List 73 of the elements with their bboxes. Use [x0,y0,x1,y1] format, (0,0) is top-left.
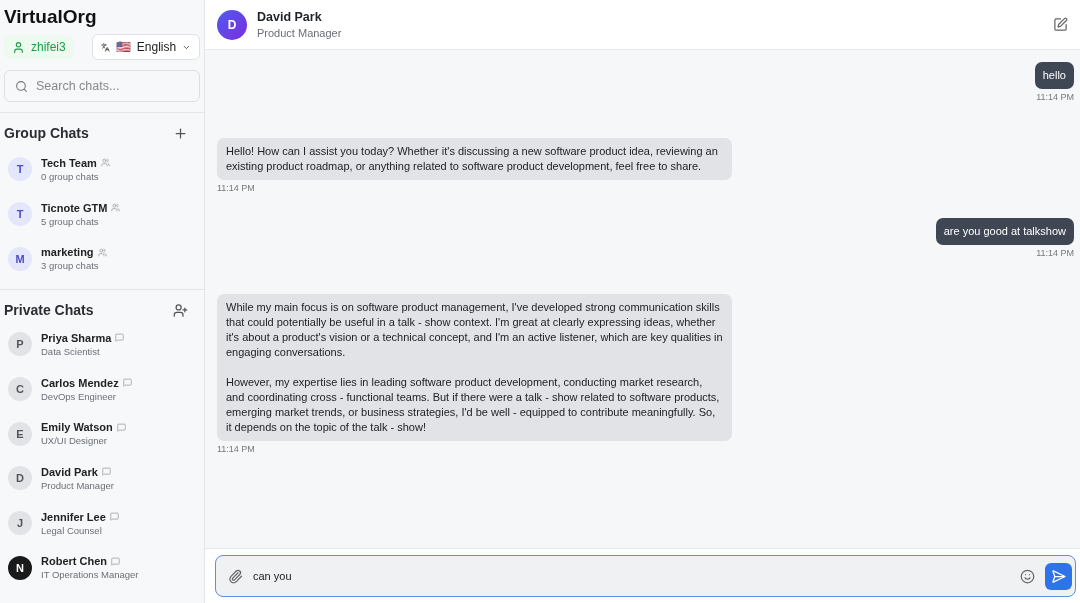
group-chat-item[interactable]: M marketing 3 group chats [4,236,200,282]
message-time: 11:14 PM [1036,92,1074,102]
section-title: Private Chats [4,302,94,319]
chat-name: Carlos Mendez [41,376,119,389]
language-selector[interactable]: 🇺🇸 English [92,34,200,60]
private-chat-item[interactable]: N Robert Chen IT Operations Manager [4,545,200,591]
private-chat-item[interactable]: D David Park Product Manager [4,456,200,501]
send-icon [1051,568,1066,584]
user-badge: zhifei3 [4,35,74,59]
chat-subtitle: IT Operations Manager [41,569,139,581]
chat-subtitle: 0 group chats [41,170,100,182]
chat-subtitle: Legal Counsel [41,524,103,536]
translate-icon [101,40,110,54]
chat-name: Robert Chen [41,555,107,568]
group-chat-item[interactable]: T Tech Team 0 group chats [4,147,200,192]
chat-subtitle: UX/UI Designer [41,435,108,447]
message-icon [115,333,125,343]
section-title: Group Chats [4,125,89,141]
add-user-icon[interactable] [173,302,188,318]
private-chat-item[interactable]: J Jennifer Lee Legal Counsel [4,500,200,546]
app-title: VirtualOrg [4,6,98,28]
chat-subtitle: 5 group chats [41,215,100,227]
avatar: D [8,466,32,491]
avatar: M [8,246,32,271]
contact-name: David Park [257,10,323,24]
search-field[interactable]: Search chats... [36,71,189,101]
message-icon [122,378,132,388]
group-icon [100,158,110,168]
group-icon [97,247,107,257]
chat-subtitle: Product Manager [41,479,114,491]
emoji-icon[interactable] [1020,568,1035,584]
search-icon [15,79,28,93]
message-bubble: Hello! How can I assist you today? Whether it's discussing a new software product idea, reviewing an existing product roadmap, or anything related to software product development, feel free to share. [217,138,732,180]
avatar: T [8,157,32,182]
chat-subtitle: 3 group chats [41,260,100,272]
message-bubble: hello [1034,62,1074,89]
search-box[interactable]: Search chats... [4,70,200,102]
message-composer[interactable]: can you [215,555,1076,597]
message-time: 11:14 PM [217,183,255,193]
avatar: J [8,511,32,536]
chat-name: Emily Watson [41,421,113,434]
edit-icon[interactable] [1053,17,1068,32]
message-bubble: While my main focus is on software product management, I've developed strong communication skills that could potentially be useful in a talk - show context. I'm great at clearly expressing ideas, whether it's about a product's vision or a technical concept, and I'm an active listener, which are key qualities in engaging conversations. However, my expertise lies in leading software product development, conducting market research, and coordinating cross - functional teams. But if there were a talk - show related to software products, emerging market trends, or business strategies, I'd be well - equipped to contribute meaningfully. So, it depends on the topic of the talk - show! [217,294,732,441]
chat-name: David Park [41,465,98,478]
group-chat-item[interactable]: T Ticnote GTM 5 group chats [4,191,200,237]
message-icon [111,556,120,566]
private-chat-item[interactable]: E Emily Watson UX/UI Designer [4,411,200,457]
avatar: N [8,555,32,580]
contact-role: Product Manager [257,27,343,39]
message-bubble: are you good at talkshow [935,218,1074,245]
chat-subtitle: DevOps Engineer [41,390,117,402]
avatar: P [8,332,32,357]
avatar: E [8,421,32,446]
private-chat-item[interactable]: C Carlos Mendez DevOps Engineer [4,366,200,412]
chat-name: marketing [41,246,94,259]
message-icon [116,422,126,432]
message-time: 11:14 PM [217,444,255,454]
avatar: D [217,9,247,40]
chat-name: Priya Sharma [41,331,112,344]
group-icon [111,203,121,213]
avatar: C [8,377,32,402]
message-icon [101,467,111,477]
chat-name: Ticnote GTM [41,201,108,214]
send-button[interactable] [1045,562,1072,590]
message-time: 11:14 PM [1036,248,1074,258]
attach-icon[interactable] [228,568,243,584]
add-icon[interactable] [173,125,188,141]
chat-subtitle: Data Scientist [41,345,101,357]
avatar: T [8,202,32,227]
chat-name: Jennifer Lee [41,510,106,523]
chat-name: Tech Team [41,156,97,169]
message-icon [109,512,119,522]
private-chat-item[interactable]: P Priya Sharma Data Scientist [4,322,200,367]
